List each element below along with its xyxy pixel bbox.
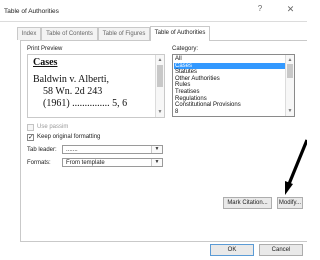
category-listbox[interactable]: All Cases Statutes Other Authorities Rul… <box>172 54 295 117</box>
tab-table-of-contents[interactable]: Table of Contents <box>41 27 98 40</box>
cancel-button[interactable]: Cancel <box>259 244 303 256</box>
dialog-title: Table of Authorities <box>4 8 59 15</box>
category-item[interactable]: Rules <box>174 82 286 89</box>
scroll-thumb[interactable] <box>287 64 293 78</box>
keep-original-formatting-label: Keep original formatting <box>37 134 101 140</box>
tab-leader-value: ....... <box>66 147 78 153</box>
tab-table-of-figures[interactable]: Table of Figures <box>98 27 150 40</box>
preview-entry: Baldwin v. Alberti, 58 Wn. 2d 243 (1961)… <box>33 74 127 110</box>
chevron-down-icon[interactable]: ▼ <box>151 159 162 166</box>
print-preview-label: Print Preview <box>27 46 63 52</box>
category-item[interactable]: Treatises <box>174 89 286 96</box>
modify-button[interactable]: Modify... <box>277 197 303 209</box>
keep-original-formatting-checkbox[interactable]: ✓ <box>27 134 34 141</box>
preview-entry-line: Baldwin v. Alberti, <box>33 74 110 85</box>
preview-heading: Cases <box>33 57 58 68</box>
category-item[interactable]: Regulations <box>174 96 286 103</box>
scroll-down-icon[interactable]: ▼ <box>286 107 294 115</box>
modify-label: Modify... <box>278 200 302 206</box>
cancel-label: Cancel <box>271 247 291 253</box>
checkmark-icon: ✓ <box>28 134 34 141</box>
category-item[interactable]: 8 <box>174 109 286 116</box>
use-passim-label: Use passim <box>37 124 69 130</box>
preview-scrollbar[interactable]: ▲ ▼ <box>155 55 164 117</box>
print-preview-box: Cases Baldwin v. Alberti, 58 Wn. 2d 243 … <box>27 54 165 118</box>
help-button[interactable]: ? <box>249 0 271 20</box>
scroll-thumb[interactable] <box>157 65 163 87</box>
category-scrollbar[interactable]: ▲ ▼ <box>285 55 294 116</box>
tab-table-of-authorities-label: Table of Authorities <box>154 30 206 36</box>
title-bar: Table of Authorities ? ✕ <box>0 0 307 22</box>
category-item-selected[interactable]: Cases <box>174 62 286 70</box>
category-item[interactable]: Constitutional Provisions <box>174 102 286 109</box>
preview-entry-line: (1961) ............... 5, 6 <box>33 98 128 109</box>
close-button[interactable]: ✕ <box>274 0 307 20</box>
scroll-up-icon[interactable]: ▲ <box>156 56 164 64</box>
formats-select[interactable]: From template ▼ <box>62 158 163 167</box>
category-label: Category: <box>172 46 199 52</box>
tab-leader-select[interactable]: ....... ▼ <box>62 145 163 154</box>
ok-button[interactable]: OK <box>210 244 254 256</box>
tab-table-of-authorities[interactable]: Table of Authorities <box>150 26 210 41</box>
formats-value: From template <box>66 160 105 166</box>
mark-citation-label: Mark Citation... <box>227 200 268 206</box>
ok-label: OK <box>227 247 237 253</box>
tab-index[interactable]: Index <box>17 27 41 40</box>
scroll-up-icon[interactable]: ▲ <box>286 56 294 64</box>
tab-leader-label: Tab leader: <box>27 147 57 153</box>
use-passim-checkbox[interactable] <box>27 124 34 131</box>
preview-entry-line: 58 Wn. 2d 243 <box>33 86 103 97</box>
category-item[interactable]: Statutes <box>174 69 286 76</box>
scroll-down-icon[interactable]: ▼ <box>156 108 164 116</box>
category-item[interactable]: Other Authorities <box>174 76 286 83</box>
category-item[interactable]: All <box>174 56 286 63</box>
formats-label: Formats: <box>27 160 51 166</box>
mark-citation-button[interactable]: Mark Citation... <box>223 197 272 209</box>
chevron-down-icon[interactable]: ▼ <box>151 146 162 153</box>
